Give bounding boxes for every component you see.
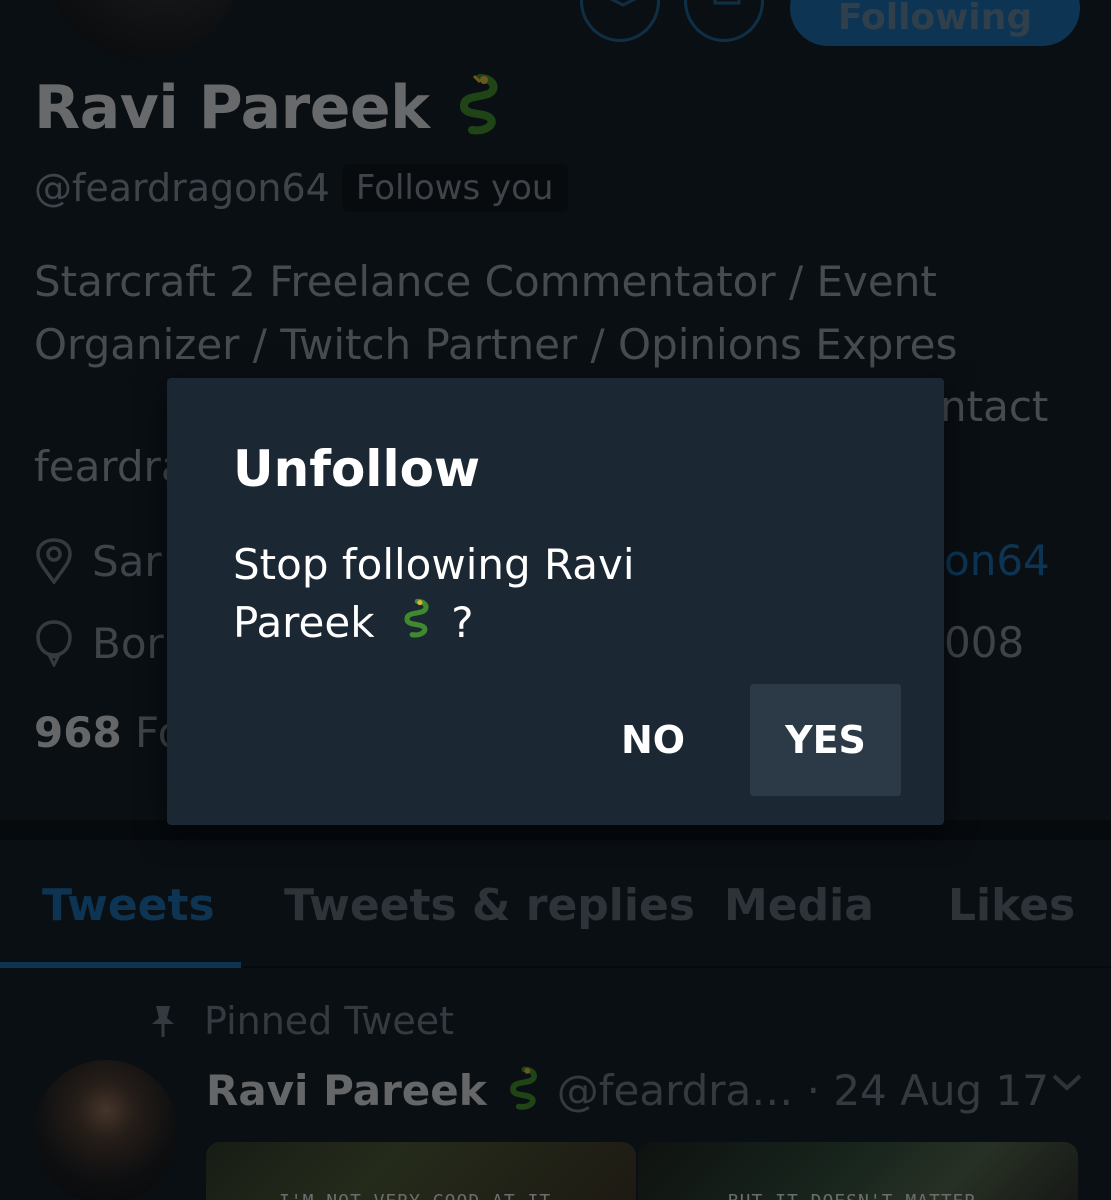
dialog-title: Unfollow [233,440,481,498]
unfollow-dialog: Unfollow Stop following Ravi Pareek ? NO… [167,378,944,825]
yes-button[interactable]: YES [750,684,901,796]
dragon-emoji-icon [398,595,434,656]
dialog-message: Stop following Ravi Pareek ? [233,536,703,656]
no-button[interactable]: NO [599,684,707,796]
